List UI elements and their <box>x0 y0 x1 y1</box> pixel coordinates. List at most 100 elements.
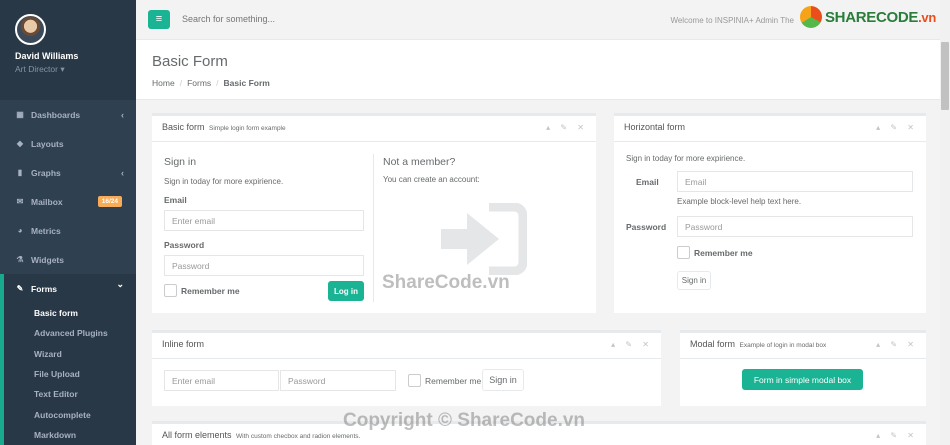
sidebar-item-label: Metrics <box>31 225 61 236</box>
sidebar: David Williams Art Director ▾ ▦ Dashboar… <box>0 0 136 445</box>
profile-name[interactable]: David Williams <box>15 51 136 61</box>
panel-title: Horizontal form <box>624 122 686 132</box>
password-field[interactable]: Password <box>677 216 913 237</box>
signin-title: Sign in <box>164 156 197 168</box>
submenu-item-autocomplete[interactable]: Autocomplete <box>4 404 136 424</box>
search-input[interactable] <box>182 14 482 24</box>
forms-submenu: Basic form Advanced Plugins Wizard File … <box>0 303 136 445</box>
modal-form-panel: Modal form Example of login in modal box… <box>680 330 926 406</box>
remember-checkbox[interactable] <box>164 284 177 297</box>
email-label: Email <box>164 195 187 205</box>
panel-tools[interactable]: ▴ ✎ ✕ <box>876 123 918 132</box>
menu-toggle-button[interactable]: ≡ <box>148 10 170 29</box>
horizontal-intro: Sign in today for more expirience. <box>626 154 746 163</box>
sidebar-item-label: Mailbox <box>31 196 63 207</box>
remember-checkbox[interactable] <box>677 246 690 259</box>
remember-label: Remember me <box>425 375 482 386</box>
sidebar-item-label: Layouts <box>31 138 64 149</box>
breadcrumb-forms[interactable]: Forms <box>187 78 211 88</box>
remember-label: Remember me <box>181 285 240 296</box>
email-label: Email <box>636 177 659 187</box>
remember-label: Remember me <box>694 247 753 258</box>
logo-text: SHARECODE <box>824 8 919 26</box>
submenu-item-file-upload[interactable]: File Upload <box>4 364 136 384</box>
panel-tools[interactable]: ▴ ✎ ✕ <box>546 123 588 132</box>
diamond-icon: ◆ <box>16 139 24 148</box>
panel-title: Modal form <box>690 339 736 349</box>
panel-subtitle: Example of login in modal box <box>739 342 827 349</box>
login-button[interactable]: Log in <box>328 281 364 301</box>
not-member-title: Not a member? <box>383 156 456 168</box>
remember-checkbox[interactable] <box>408 374 421 387</box>
basic-form-panel: Basic form Simple login form example ▴ ✎… <box>152 113 596 313</box>
inline-password-field[interactable]: Password <box>280 370 396 391</box>
panel-tools[interactable]: ▴ ✎ ✕ <box>876 431 918 440</box>
panel-title: Inline form <box>162 339 205 349</box>
sidebar-item-layouts[interactable]: ◆ Layouts <box>0 129 136 158</box>
page-title: Basic Form <box>152 53 228 70</box>
pie-chart-icon: ◕ <box>17 226 23 235</box>
panel-header: All form elements With custom checbox an… <box>152 424 926 445</box>
sidebar-item-label: Forms <box>31 283 57 294</box>
sidebar-item-label: Dashboards <box>31 109 81 120</box>
open-modal-button[interactable]: Form in simple modal box <box>742 369 863 390</box>
chevron-down-icon: ⌄ <box>116 279 124 289</box>
profile-role-dropdown[interactable]: Art Director ▾ <box>15 64 136 75</box>
submenu-item-wizard[interactable]: Wizard <box>4 344 136 364</box>
breadcrumb: Home / Forms / Basic Form <box>152 78 270 88</box>
page-heading: Basic Form Home / Forms / Basic Form <box>136 40 940 100</box>
email-field[interactable]: Enter email <box>164 210 364 231</box>
submenu-item-advanced-plugins[interactable]: Advanced Plugins <box>4 323 136 343</box>
inline-email-field[interactable]: Enter email <box>164 370 279 391</box>
top-navbar: ≡ Welcome to INSPINIA+ Admin The SHARECO… <box>136 0 940 40</box>
inline-signin-button[interactable]: Sign in <box>482 369 524 391</box>
column-divider <box>373 154 374 302</box>
register-column: Not a member? You can create an account: <box>383 156 480 184</box>
all-form-elements-panel: All form elements With custom checbox an… <box>152 421 926 445</box>
scrollbar-thumb[interactable] <box>941 42 949 110</box>
panel-header: Inline form ▴ ✎ ✕ <box>152 333 661 359</box>
logo-suffix: .vn <box>918 9 936 25</box>
panel-subtitle: Simple login form example <box>209 125 286 132</box>
submenu-item-text-editor[interactable]: Text Editor <box>4 384 136 404</box>
page-scrollbar[interactable] <box>940 0 950 445</box>
sidebar-item-mailbox[interactable]: ✉ Mailbox 16/24 <box>0 187 136 216</box>
signin-button[interactable]: Sign in <box>677 271 711 290</box>
dashboard-icon: ▦ <box>16 110 24 119</box>
panel-tools[interactable]: ▴ ✎ ✕ <box>876 340 918 349</box>
logo-icon <box>799 6 822 28</box>
sign-in-icon <box>441 203 527 275</box>
chevron-left-icon: ‹ <box>121 109 124 120</box>
sidebar-nav: ▦ Dashboards ‹ ◆ Layouts ▮ Graphs ‹ ✉ Ma… <box>0 100 136 303</box>
not-member-text: You can create an account: <box>383 175 480 184</box>
sidebar-item-forms[interactable]: ✎ Forms ⌄ <box>0 274 136 303</box>
panel-tools[interactable]: ▴ ✎ ✕ <box>611 340 653 349</box>
chevron-left-icon: ‹ <box>121 167 124 178</box>
sidebar-item-graphs[interactable]: ▮ Graphs ‹ <box>0 158 136 187</box>
password-field[interactable]: Password <box>164 255 364 276</box>
avatar[interactable] <box>15 14 46 45</box>
sharecode-logo: SHARECODE.vn <box>799 6 936 28</box>
sidebar-item-label: Graphs <box>31 167 61 178</box>
submenu-item-basic-form[interactable]: Basic form <box>4 303 136 323</box>
edit-icon: ✎ <box>16 284 24 293</box>
hamburger-icon: ≡ <box>155 13 163 25</box>
submenu-item-markdown[interactable]: Markdown <box>4 425 136 445</box>
profile: David Williams Art Director ▾ <box>0 0 136 100</box>
sidebar-item-dashboards[interactable]: ▦ Dashboards ‹ <box>0 100 136 129</box>
sidebar-item-metrics[interactable]: ◕ Metrics <box>0 216 136 245</box>
flask-icon: ⚗ <box>16 255 24 264</box>
password-label: Password <box>626 222 667 232</box>
inline-form-panel: Inline form ▴ ✎ ✕ Enter email Password R… <box>152 330 661 406</box>
breadcrumb-home[interactable]: Home <box>152 78 175 88</box>
sidebar-item-label: Widgets <box>31 254 64 265</box>
signin-column: Sign in Sign in today for more expirienc… <box>164 156 364 301</box>
sidebar-item-widgets[interactable]: ⚗ Widgets <box>0 245 136 274</box>
envelope-icon: ✉ <box>16 197 24 206</box>
panel-header: Basic form Simple login form example ▴ ✎… <box>152 116 596 142</box>
panel-header: Modal form Example of login in modal box… <box>680 333 926 359</box>
email-field[interactable]: Email <box>677 171 913 192</box>
help-text: Example block-level help text here. <box>677 197 802 206</box>
panel-title: All form elements <box>162 430 232 440</box>
panel-subtitle: With custom checbox and radion elements. <box>236 433 361 440</box>
